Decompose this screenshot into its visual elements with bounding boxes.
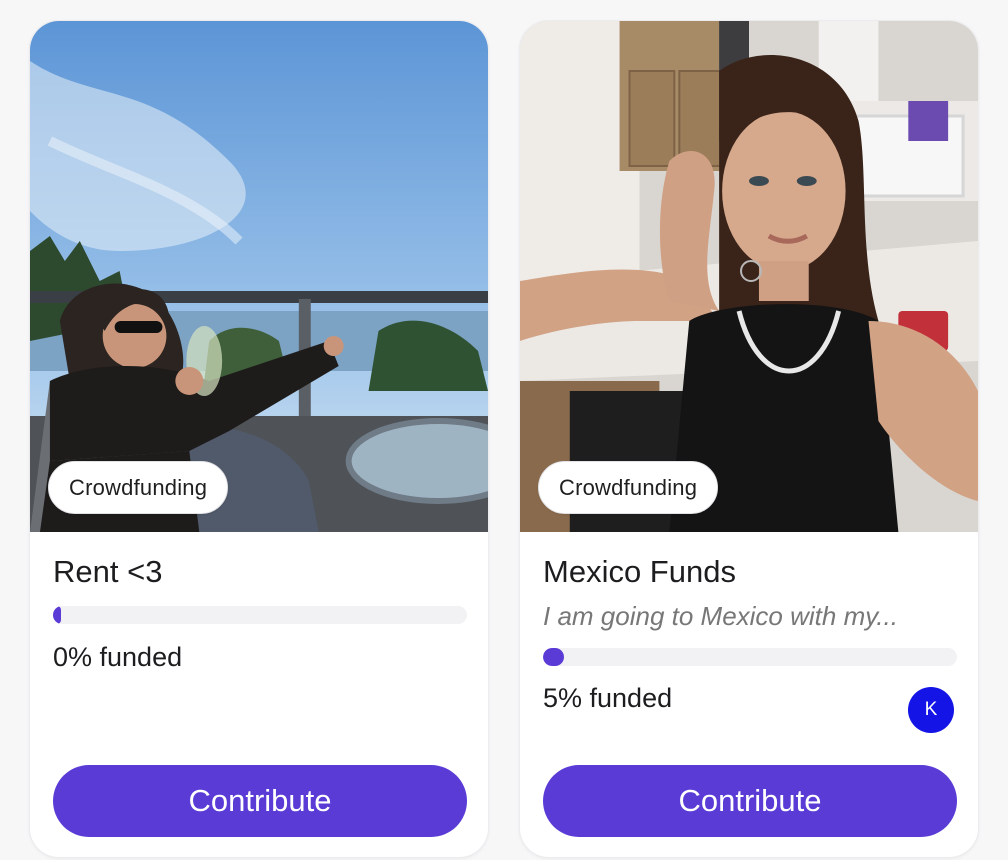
campaign-card-mexico[interactable]: Crowdfunding Mexico Funds I am going to … [519, 20, 979, 858]
campaign-description: I am going to Mexico with my... [543, 601, 898, 631]
category-badge: Crowdfunding [48, 461, 229, 514]
contribute-button[interactable]: Contribute [53, 765, 467, 837]
funded-percent: 0% funded [53, 642, 183, 672]
progress-bar [543, 648, 957, 666]
progress-bar [53, 606, 467, 624]
campaign-grid: Crowdfunding Rent <3 0% funded Contribut… [0, 0, 1008, 860]
progress-fill [53, 606, 61, 624]
campaign-photo [30, 21, 488, 532]
funded-percent: 5% funded [543, 683, 673, 713]
campaign-title: Rent <3 [53, 554, 163, 589]
contribute-button[interactable]: Contribute [543, 765, 957, 837]
campaign-card-rent[interactable]: Crowdfunding Rent <3 0% funded Contribut… [29, 20, 489, 858]
campaign-photo [520, 21, 978, 532]
progress-fill [543, 648, 564, 666]
contributor-avatar[interactable]: K [908, 687, 954, 733]
category-badge: Crowdfunding [538, 461, 719, 514]
campaign-title: Mexico Funds [543, 554, 736, 589]
